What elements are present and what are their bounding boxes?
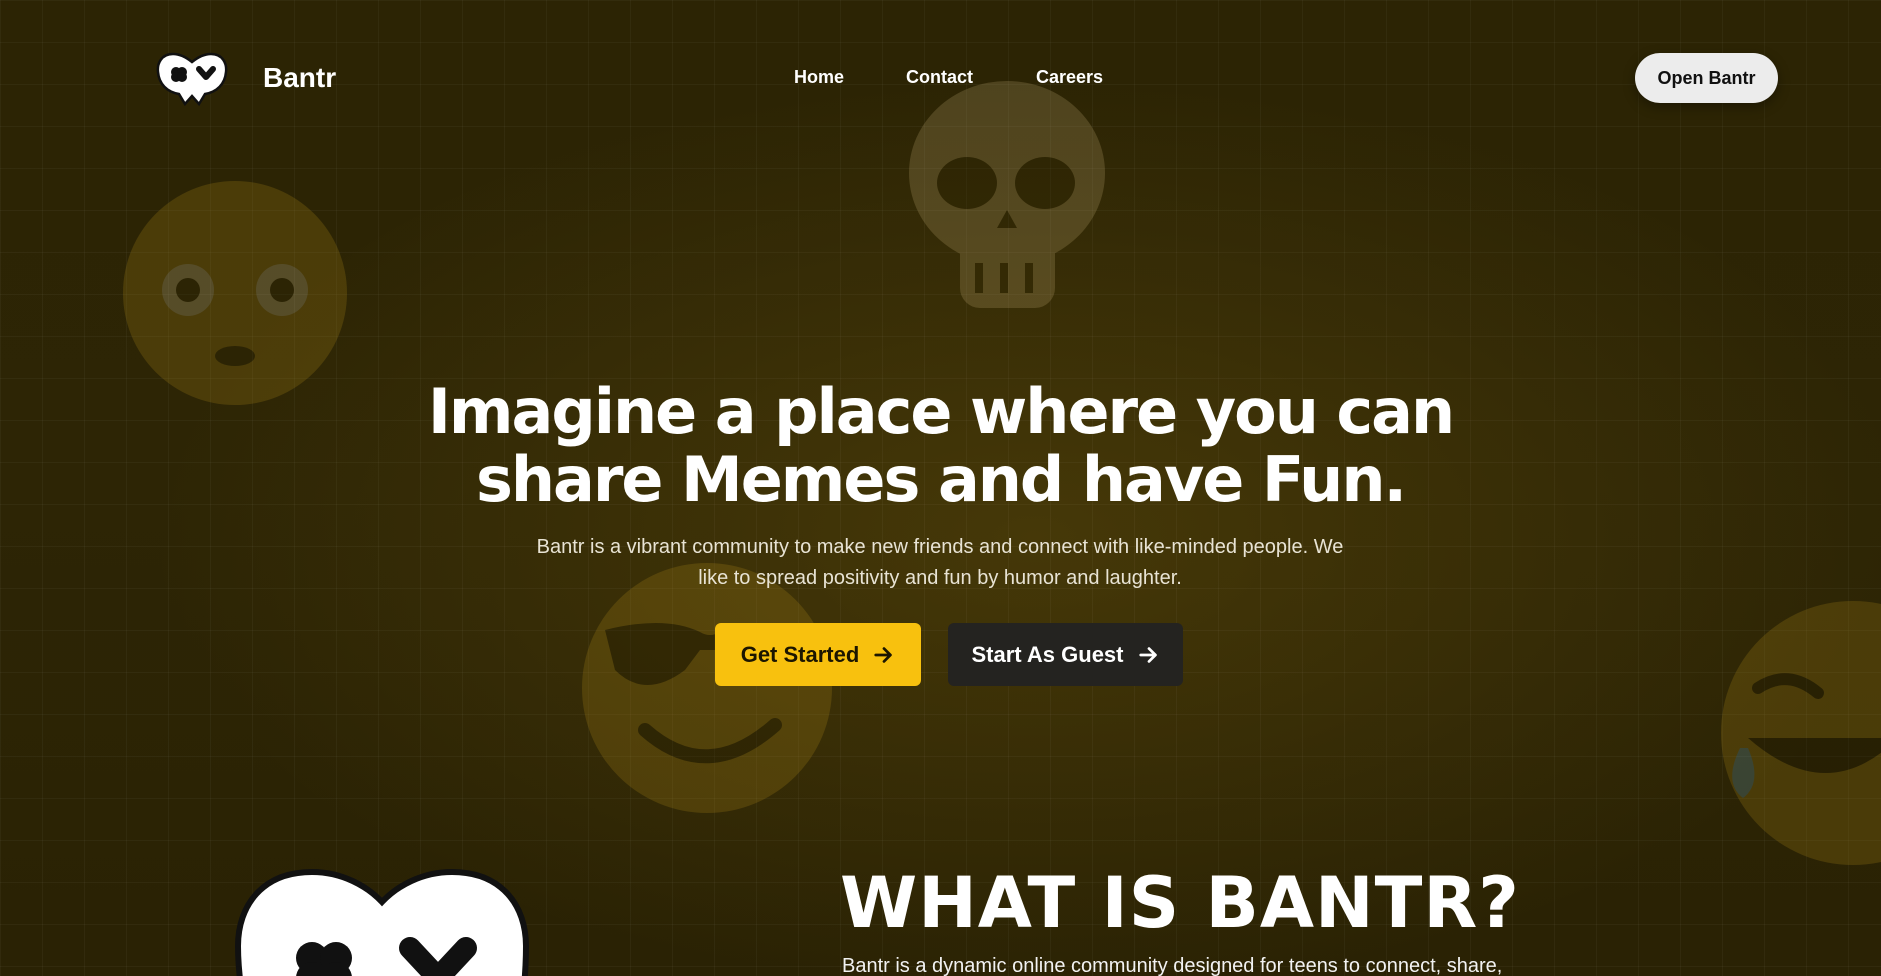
arrow-right-icon: [1138, 646, 1157, 663]
about-title: WHAT IS BANTR?: [840, 862, 1520, 944]
get-started-label: Get Started: [740, 641, 860, 667]
open-bantr-button[interactable]: Open Bantr: [1635, 53, 1778, 103]
hero-title: Imagine a place where you can share Meme…: [0, 378, 1881, 514]
shocked-face-emoji-icon: [123, 181, 347, 405]
nav-contact[interactable]: Contact: [906, 67, 973, 88]
hero-subtitle: Bantr is a vibrant community to make new…: [536, 536, 1344, 589]
hero-title-line-2: share Memes and have Fun.: [475, 443, 1407, 516]
site-header: Bantr Home Contact Careers Open Bantr: [0, 0, 1881, 156]
nav-home[interactable]: Home: [794, 67, 844, 88]
get-started-button[interactable]: Get Started: [715, 623, 921, 686]
brand-name[interactable]: Bantr: [263, 62, 336, 94]
laughing-tears-emoji-icon: [1721, 601, 1881, 865]
bantr-large-logo-icon: [234, 868, 530, 976]
nav-careers[interactable]: Careers: [1036, 67, 1103, 88]
arrow-right-icon: [874, 646, 893, 663]
bantr-logo-icon[interactable]: [155, 50, 229, 106]
start-as-guest-button[interactable]: Start As Guest: [948, 623, 1183, 686]
sunglasses-face-emoji-icon: [582, 563, 832, 813]
start-as-guest-label: Start As Guest: [971, 641, 1124, 667]
hero-title-line-1: Imagine a place where you can: [427, 375, 1455, 448]
about-text: Bantr is a dynamic online community desi…: [842, 955, 1503, 976]
